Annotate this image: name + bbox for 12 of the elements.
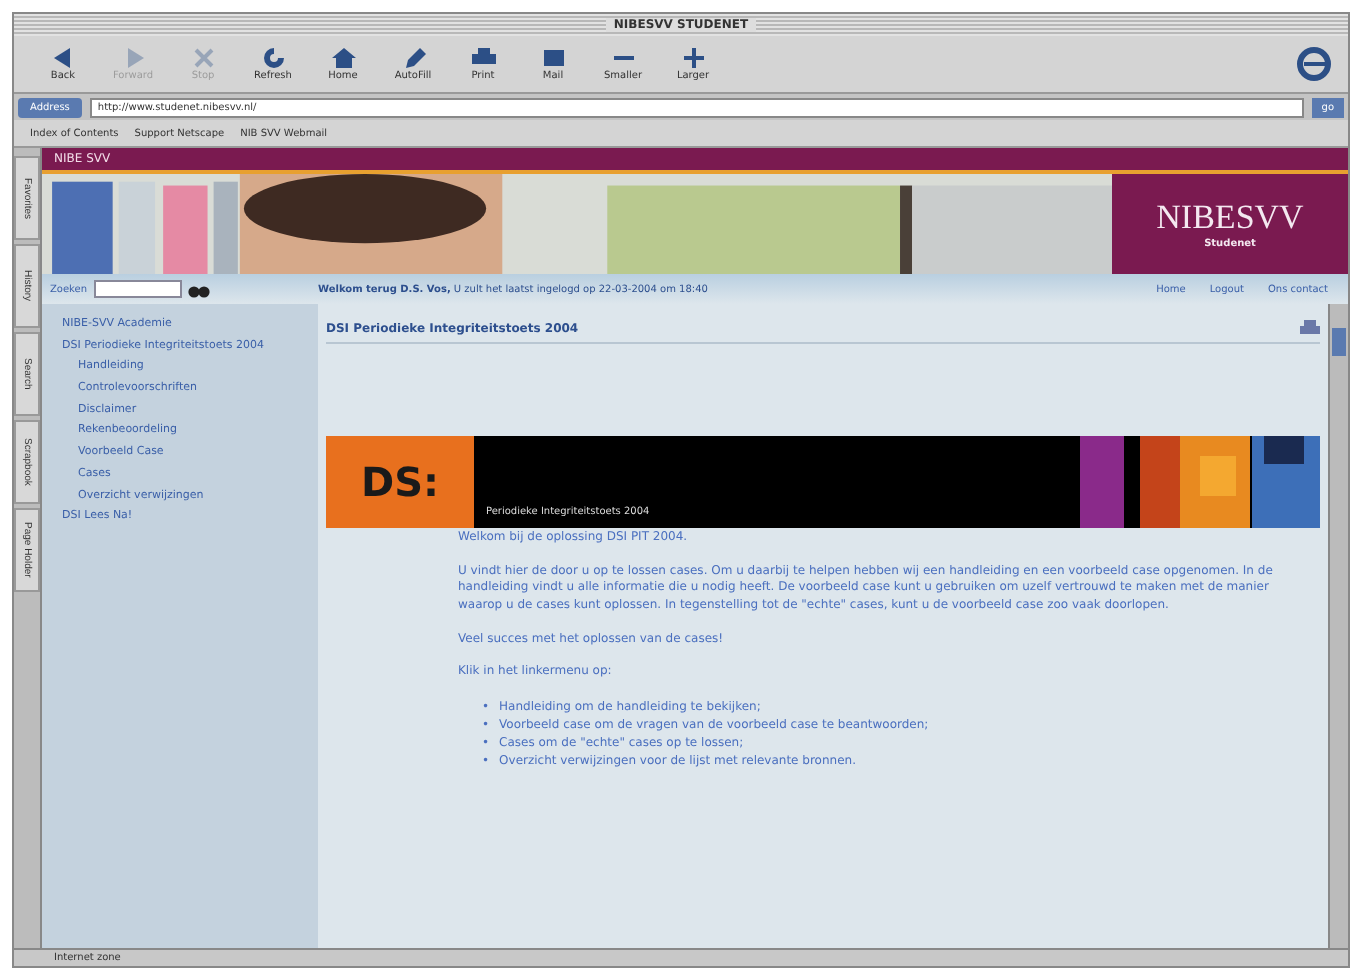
home-icon xyxy=(329,46,357,70)
site-logo: NIBESVV xyxy=(1156,198,1304,238)
print-icon[interactable] xyxy=(1300,320,1320,338)
refresh-icon xyxy=(259,46,287,70)
mail-icon xyxy=(539,46,567,70)
ds-logo: DS: xyxy=(360,458,439,506)
search-field[interactable] xyxy=(93,280,182,298)
stop-icon xyxy=(189,46,217,70)
print-icon xyxy=(469,46,497,70)
scrollbar[interactable] xyxy=(1328,304,1348,948)
binoculars-icon xyxy=(187,281,210,297)
plus-icon xyxy=(679,46,707,70)
